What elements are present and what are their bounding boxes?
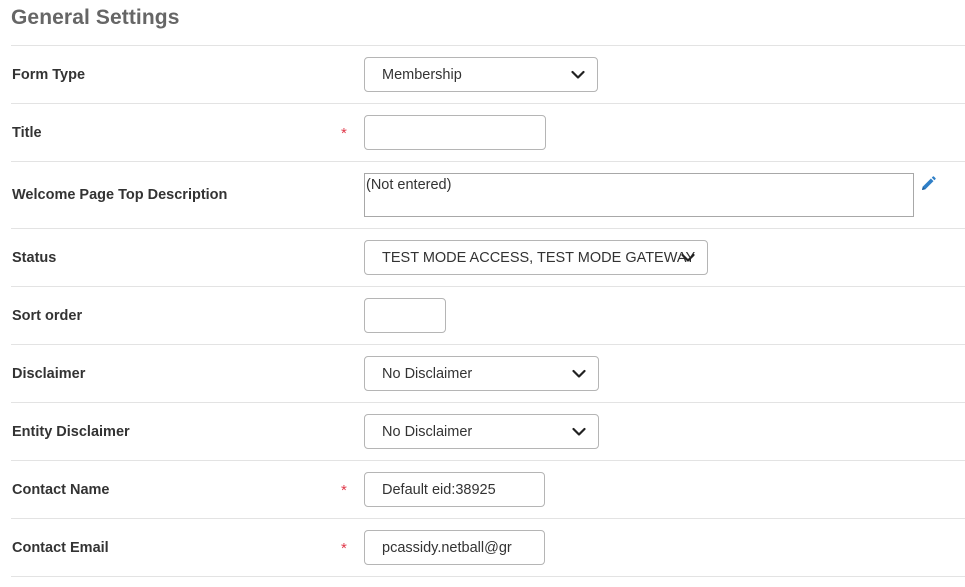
status-row: Status TEST MODE ACCESS, TEST MODE GATEW… bbox=[11, 228, 965, 286]
page-title: General Settings bbox=[11, 6, 180, 29]
contact-name-value: Default eid:38925 bbox=[382, 481, 496, 498]
entity-disclaimer-select[interactable]: No Disclaimer bbox=[364, 414, 599, 449]
entity-disclaimer-value: No Disclaimer bbox=[382, 423, 473, 440]
required-asterisk: * bbox=[341, 482, 347, 499]
status-label: Status bbox=[12, 250, 57, 266]
contact-email-value: pcassidy.netball@gr bbox=[382, 539, 512, 556]
contact-name-row: Contact Name * Default eid:38925 bbox=[11, 460, 965, 518]
entity-disclaimer-row: Entity Disclaimer No Disclaimer bbox=[11, 402, 965, 460]
sort-order-label: Sort order bbox=[12, 308, 83, 324]
required-asterisk: * bbox=[341, 125, 347, 142]
chevron-down-icon bbox=[572, 369, 586, 378]
form-type-value: Membership bbox=[382, 66, 462, 83]
title-label: Title bbox=[12, 125, 42, 141]
status-value: TEST MODE ACCESS, TEST MODE GATEWAY bbox=[382, 249, 696, 266]
sort-order-input[interactable] bbox=[364, 298, 446, 333]
chevron-down-icon bbox=[572, 427, 586, 436]
form-type-select[interactable]: Membership bbox=[364, 57, 598, 92]
contact-name-input[interactable]: Default eid:38925 bbox=[364, 472, 545, 507]
sort-order-row: Sort order bbox=[11, 286, 965, 344]
title-input[interactable] bbox=[364, 115, 546, 150]
pencil-icon[interactable] bbox=[919, 175, 937, 193]
form-type-row: Form Type Membership bbox=[11, 45, 965, 103]
form-type-label: Form Type bbox=[12, 67, 86, 83]
welcome-description-row: Welcome Page Top Description (Not entere… bbox=[11, 161, 965, 228]
disclaimer-value: No Disclaimer bbox=[382, 365, 473, 382]
contact-email-row: Contact Email * pcassidy.netball@gr bbox=[11, 518, 965, 577]
contact-email-label: Contact Email bbox=[12, 540, 109, 556]
title-row: Title * bbox=[11, 103, 965, 161]
disclaimer-row: Disclaimer No Disclaimer bbox=[11, 344, 965, 402]
chevron-down-icon bbox=[571, 70, 585, 79]
welcome-description-textarea[interactable]: (Not entered) bbox=[364, 173, 914, 217]
welcome-description-label: Welcome Page Top Description bbox=[12, 187, 228, 203]
welcome-description-value: (Not entered) bbox=[366, 177, 452, 193]
required-asterisk: * bbox=[341, 540, 347, 557]
disclaimer-label: Disclaimer bbox=[12, 366, 86, 382]
contact-email-input[interactable]: pcassidy.netball@gr bbox=[364, 530, 545, 565]
disclaimer-select[interactable]: No Disclaimer bbox=[364, 356, 599, 391]
status-select[interactable]: TEST MODE ACCESS, TEST MODE GATEWAY bbox=[364, 240, 708, 275]
contact-name-label: Contact Name bbox=[12, 482, 110, 498]
entity-disclaimer-label: Entity Disclaimer bbox=[12, 424, 130, 440]
chevron-down-icon bbox=[681, 253, 695, 262]
